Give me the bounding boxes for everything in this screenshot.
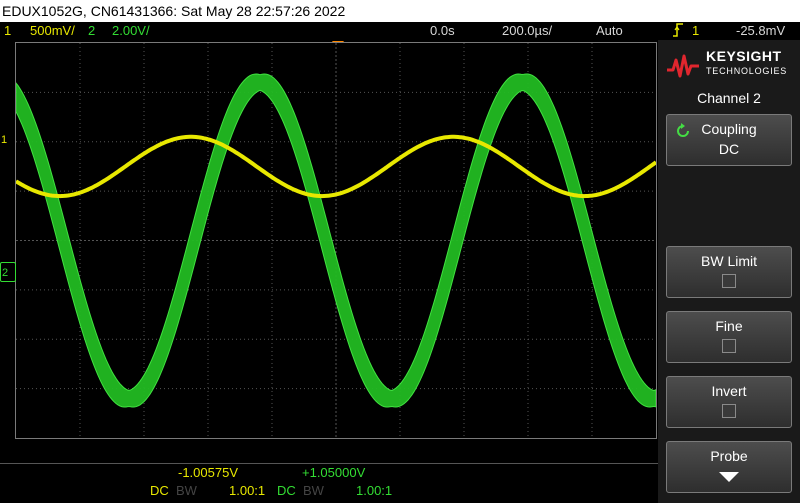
ch1-measurement: -1.00575V bbox=[178, 465, 238, 480]
menu-title: Channel 2 bbox=[697, 90, 761, 106]
trigger-level[interactable]: -25.8mV bbox=[736, 22, 785, 40]
ch1-number[interactable]: 1 bbox=[4, 22, 11, 40]
probe-label: Probe bbox=[710, 448, 748, 464]
invert-label: Invert bbox=[711, 383, 747, 399]
ch1-probe: 1.00:1 bbox=[229, 483, 266, 498]
bw-limit-label: BW Limit bbox=[701, 253, 757, 269]
ch2-bw-limit: BW bbox=[303, 483, 324, 498]
status-bar: 1 500mV/ 2 2.00V/ 0.0s 200.0µs/ Auto 1 -… bbox=[0, 22, 800, 40]
window-title: EDUX1052G, CN61431366: Sat May 28 22:57:… bbox=[2, 3, 346, 19]
time-position[interactable]: 0.0s bbox=[430, 22, 455, 40]
time-scale[interactable]: 200.0µs/ bbox=[502, 22, 552, 40]
bw-limit-softkey[interactable]: BW Limit bbox=[666, 246, 792, 298]
fine-checkbox[interactable] bbox=[722, 339, 736, 353]
coupling-label: Coupling bbox=[701, 121, 757, 137]
window-title-bar: EDUX1052G, CN61431366: Sat May 28 22:57:… bbox=[0, 0, 800, 22]
keysight-logo: KEYSIGHT TECHNOLOGIES bbox=[666, 46, 792, 86]
coupling-softkey[interactable]: Coupling DC bbox=[666, 114, 792, 166]
trigger-source[interactable]: 1 bbox=[692, 22, 699, 40]
divider bbox=[0, 463, 658, 464]
ch2-number[interactable]: 2 bbox=[88, 22, 95, 40]
ch1-scale[interactable]: 500mV/ bbox=[30, 22, 75, 40]
ch2-marker-label: 2 bbox=[2, 267, 9, 279]
ch2-probe: 1.00:1 bbox=[356, 483, 393, 498]
ch1-coupling: DC bbox=[150, 483, 169, 498]
coupling-value: DC bbox=[718, 141, 740, 157]
arrow-down-icon bbox=[719, 472, 739, 482]
ch2-measurement: +1.05000V bbox=[302, 465, 366, 480]
ch2-scale[interactable]: 2.00V/ bbox=[112, 22, 150, 40]
bw-limit-checkbox[interactable] bbox=[722, 274, 736, 288]
invert-checkbox[interactable] bbox=[722, 404, 736, 418]
measurement-bar: -1.00575V +1.05000V DC BW 1.00:1 DC BW 1… bbox=[0, 440, 658, 503]
ch1-marker-label: 1 bbox=[1, 134, 8, 146]
softkey-panel: KEYSIGHT TECHNOLOGIES Channel 2 Coupling… bbox=[658, 40, 800, 503]
fine-softkey[interactable]: Fine bbox=[666, 311, 792, 363]
ch1-ground-marker[interactable]: 1 bbox=[0, 130, 16, 150]
ch2-ground-marker[interactable]: 2 bbox=[0, 262, 16, 282]
logo-name: KEYSIGHT bbox=[706, 48, 782, 64]
invert-softkey[interactable]: Invert bbox=[666, 376, 792, 428]
ch2-coupling: DC bbox=[277, 483, 296, 498]
keysight-wave-icon bbox=[667, 54, 699, 78]
logo-subtitle: TECHNOLOGIES bbox=[706, 66, 788, 76]
waveform-svg bbox=[16, 43, 656, 438]
trigger-mode[interactable]: Auto bbox=[596, 22, 623, 40]
waveform-display[interactable] bbox=[16, 43, 656, 438]
probe-softkey[interactable]: Probe bbox=[666, 441, 792, 493]
fine-label: Fine bbox=[715, 318, 743, 334]
ch1-bw-limit: BW bbox=[176, 483, 197, 498]
